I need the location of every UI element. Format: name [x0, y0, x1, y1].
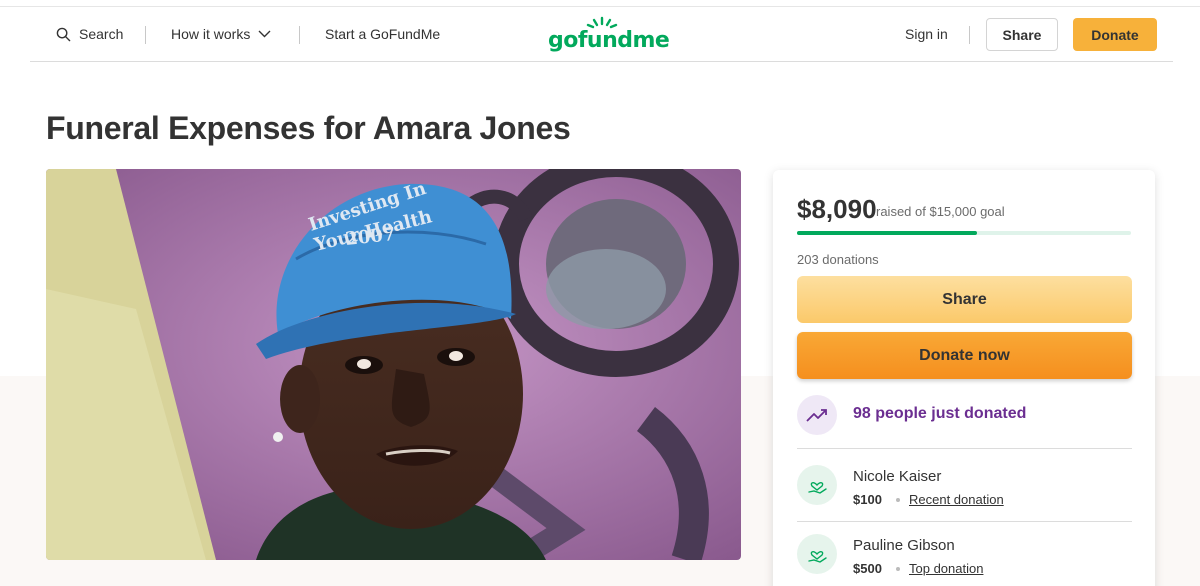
- chevron-down-icon: [258, 30, 271, 38]
- header-divider: [30, 61, 1173, 62]
- header-top-line: [0, 6, 1200, 7]
- divider: [797, 521, 1132, 522]
- header-share-button[interactable]: Share: [986, 18, 1058, 51]
- separator-dot: [896, 567, 900, 571]
- donor-name: Nicole Kaiser: [853, 468, 942, 485]
- progress-bar: [797, 231, 1131, 235]
- nav-separator: [145, 26, 146, 44]
- donor-heart-hand-icon: [808, 551, 827, 563]
- separator-dot: [896, 498, 900, 502]
- recent-donors-text[interactable]: 98 people just donated: [853, 405, 1026, 423]
- search-link[interactable]: Search: [56, 26, 123, 42]
- how-it-works-label: How it works: [171, 26, 251, 42]
- donor-heart-hand-icon: [808, 482, 827, 494]
- logo-text: gofundme: [548, 28, 670, 53]
- nav-separator: [969, 26, 970, 44]
- divider: [797, 448, 1132, 449]
- search-icon: [56, 27, 71, 41]
- sign-in-link[interactable]: Sign in: [905, 26, 948, 42]
- nav-separator: [299, 26, 300, 44]
- start-gofundme-link[interactable]: Start a GoFundMe: [325, 26, 440, 42]
- goal-text: raised of $15,000 goal: [876, 204, 1005, 219]
- header-donate-button[interactable]: Donate: [1073, 18, 1157, 51]
- donor-avatar: [797, 465, 837, 505]
- donor-amount: $100: [853, 492, 882, 507]
- gofundme-logo[interactable]: gofundme: [548, 16, 670, 54]
- donor-amount: $500: [853, 561, 882, 576]
- start-gofundme-label: Start a GoFundMe: [325, 26, 441, 42]
- donation-card: $8,090 raised of $15,000 goal 203 donati…: [773, 170, 1155, 586]
- donor-avatar: [797, 534, 837, 574]
- campaign-photo-illustration: Investing In Your Health 2007: [46, 169, 741, 560]
- search-label: Search: [79, 26, 124, 42]
- donations-count: 203 donations: [797, 252, 879, 267]
- trend-badge: [797, 395, 837, 435]
- donation-tag-link[interactable]: Top donation: [909, 561, 983, 576]
- donate-now-button[interactable]: Donate now: [797, 332, 1132, 379]
- trend-up-icon: [806, 409, 827, 422]
- campaign-photo[interactable]: Investing In Your Health 2007: [46, 169, 741, 560]
- donation-tag-link[interactable]: Recent donation: [909, 492, 1004, 507]
- top-navigation: Search How it works Start a GoFundMe gof…: [0, 0, 1200, 62]
- sign-in-label: Sign in: [905, 26, 948, 42]
- progress-bar-fill: [797, 231, 978, 235]
- donor-name: Pauline Gibson: [853, 537, 955, 554]
- raised-amount: $8,090: [797, 194, 877, 224]
- share-button[interactable]: Share: [797, 276, 1132, 323]
- campaign-title: Funeral Expenses for Amara Jones: [46, 110, 571, 146]
- how-it-works-menu[interactable]: How it works: [171, 26, 271, 42]
